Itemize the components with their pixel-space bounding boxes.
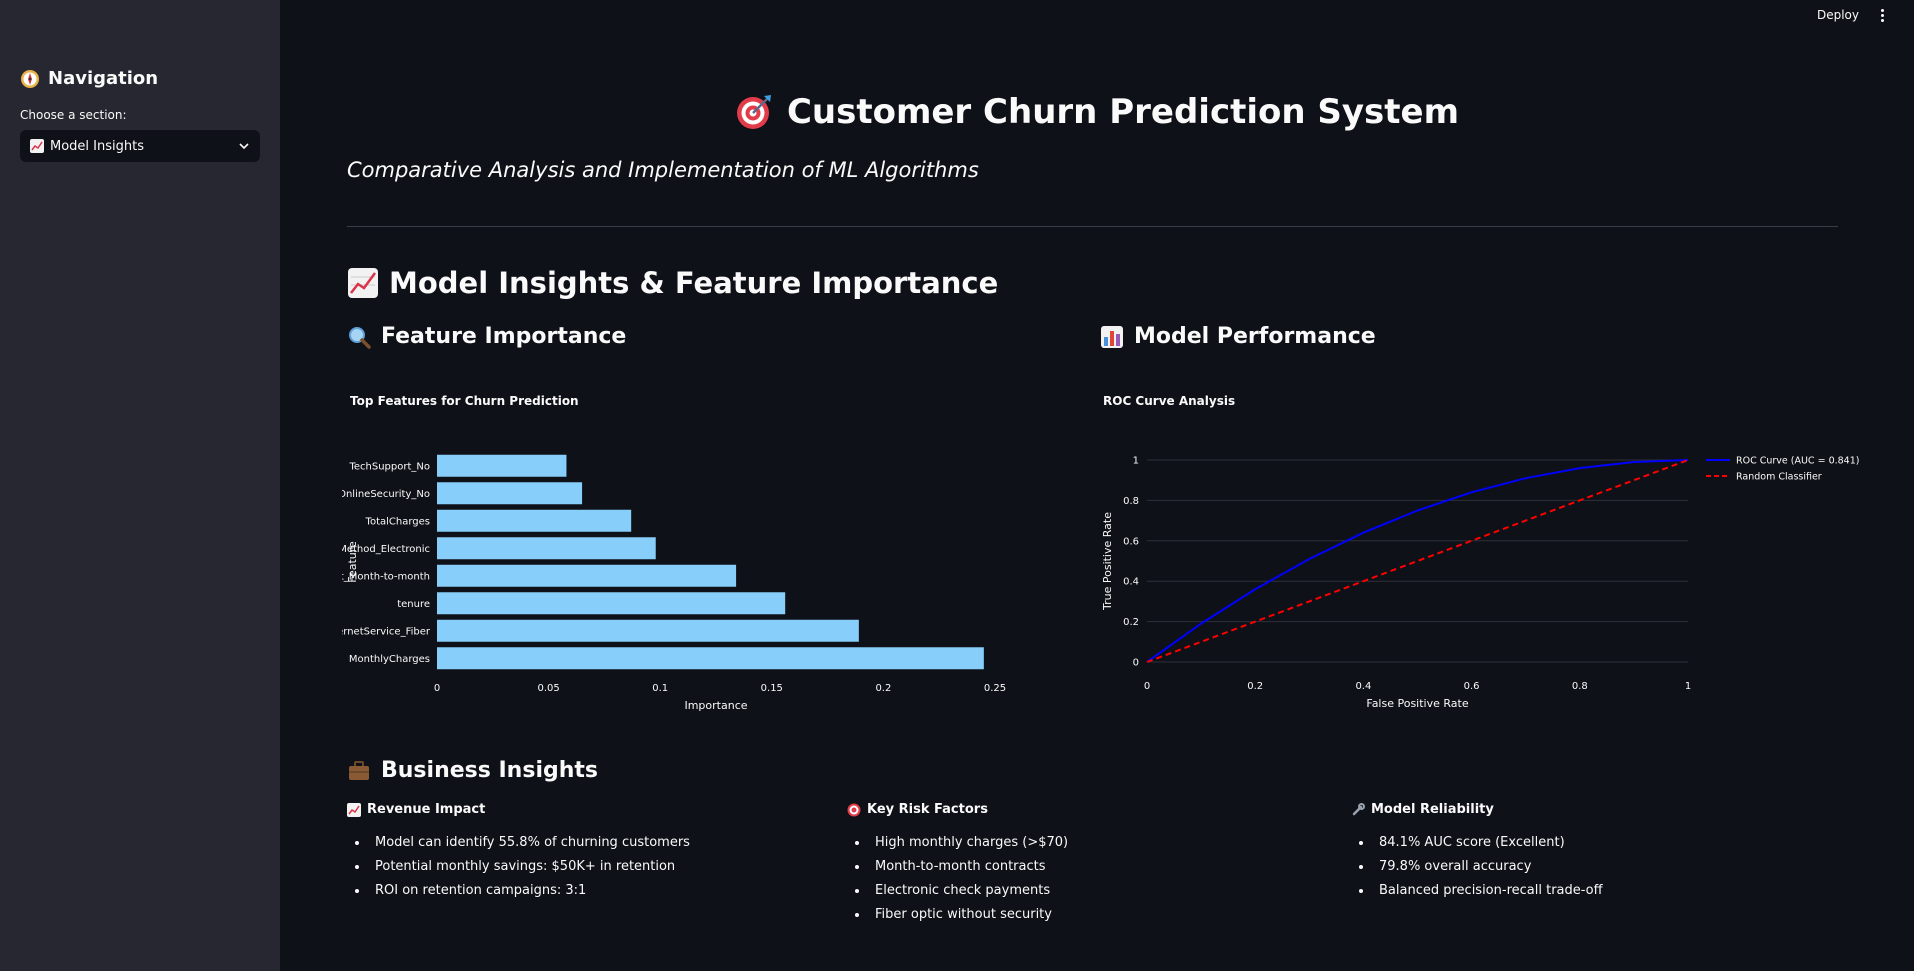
list-item: 79.8% overall accuracy <box>1373 855 1831 879</box>
sidebar-title: Navigation <box>20 68 158 89</box>
chart-up-icon <box>347 802 361 817</box>
x-tick-label: 0.1 <box>652 683 668 694</box>
main-content: Customer Churn Prediction System Compara… <box>280 0 1914 971</box>
bar <box>437 564 737 587</box>
x-tick-label: 0.15 <box>761 683 783 694</box>
revenue-impact-list: Model can identify 55.8% of churning cus… <box>347 831 827 903</box>
business-insights-heading: Business Insights <box>347 758 598 783</box>
target-icon <box>735 93 773 131</box>
list-item: Fiber optic without security <box>869 903 1327 927</box>
bar <box>437 454 567 477</box>
x-tick-label: 0.2 <box>875 683 891 694</box>
bar <box>437 482 583 505</box>
list-item: 84.1% AUC score (Excellent) <box>1373 831 1831 855</box>
model-performance-heading-text: Model Performance <box>1134 324 1376 349</box>
wrench-icon <box>1351 802 1365 817</box>
bar <box>437 592 786 615</box>
y-tick-label: 0.2 <box>1123 617 1139 628</box>
chart-up-icon <box>347 267 379 299</box>
y-tick-label: TechSupport_No <box>348 461 430 472</box>
legend-label: Random Classifier <box>1736 472 1822 483</box>
revenue-impact-column: Revenue Impact Model can identify 55.8% … <box>347 802 827 903</box>
section-select[interactable]: Model Insights <box>20 130 260 162</box>
x-tick-label: 0.4 <box>1355 681 1371 692</box>
key-risk-factors-heading-text: Key Risk Factors <box>867 802 988 817</box>
business-insights-heading-text: Business Insights <box>381 758 599 783</box>
model-reliability-heading-text: Model Reliability <box>1371 802 1494 817</box>
list-item: Electronic check payments <box>869 879 1327 903</box>
section-title: Model Insights & Feature Importance <box>347 266 998 300</box>
revenue-impact-heading: Revenue Impact <box>347 802 827 817</box>
briefcase-icon <box>347 759 371 783</box>
y-tick-label: 0.8 <box>1123 496 1139 507</box>
model-reliability-heading: Model Reliability <box>1351 802 1831 817</box>
roc-chart-title: ROC Curve Analysis <box>1103 394 1236 408</box>
y-axis-label: Feature <box>346 541 359 583</box>
list-item: Model can identify 55.8% of churning cus… <box>369 831 827 855</box>
divider <box>347 226 1838 227</box>
list-item: Potential monthly savings: $50K+ in rete… <box>369 855 827 879</box>
chevron-down-icon <box>238 140 250 152</box>
bar <box>437 537 656 560</box>
y-tick-label: TotalCharges <box>365 516 430 527</box>
y-tick-label: tenure <box>397 599 430 610</box>
y-tick-label: OnlineSecurity_No <box>342 489 430 500</box>
x-tick-label: 0.2 <box>1247 681 1263 692</box>
feature-chart-title: Top Features for Churn Prediction <box>350 394 579 408</box>
list-item: High monthly charges (>$70) <box>869 831 1327 855</box>
legend-label: ROC Curve (AUC = 0.841) <box>1736 456 1859 467</box>
page-title: Customer Churn Prediction System <box>280 92 1914 132</box>
x-tick-label: 0.25 <box>984 683 1006 694</box>
key-risk-factors-column: Key Risk Factors High monthly charges (>… <box>847 802 1327 927</box>
feature-importance-chart: TechSupport_No OnlineSecurity_No TotalChar… <box>342 454 1006 712</box>
page-subtitle: Comparative Analysis and Implementation … <box>347 158 979 182</box>
series-line <box>1146 459 1689 663</box>
section-select-value: Model Insights <box>50 138 144 154</box>
section-select-label: Choose a section: <box>20 108 127 122</box>
x-tick-label: 1 <box>1685 681 1691 692</box>
x-axis-label: False Positive Rate <box>1366 697 1468 710</box>
bar-chart-icon <box>1100 325 1124 349</box>
section-title-text: Model Insights & Feature Importance <box>389 266 999 300</box>
key-risk-factors-heading: Key Risk Factors <box>847 802 1327 817</box>
feature-importance-heading: Feature Importance <box>347 324 626 349</box>
bar <box>437 619 859 642</box>
y-tick-label: 0.6 <box>1123 536 1139 547</box>
compass-icon <box>20 69 40 89</box>
key-risk-factors-list: High monthly charges (>$70) Month-to-mon… <box>847 831 1327 927</box>
x-tick-label: 0 <box>434 683 440 694</box>
x-axis-label: Importance <box>684 699 747 712</box>
y-tick-label: 0.4 <box>1123 577 1139 588</box>
roc-curve-chart: 0 0.2 0.4 0.6 0.8 1 0 0.2 0.4 0.6 0.8 1 False Positi… <box>1101 456 1859 711</box>
y-tick-label: 1 <box>1133 456 1139 467</box>
target-icon <box>847 803 861 817</box>
x-tick-label: 0.05 <box>537 683 559 694</box>
y-tick-label: MonthlyCharges <box>349 654 430 665</box>
model-reliability-column: Model Reliability 84.1% AUC score (Excel… <box>1351 802 1831 903</box>
sidebar: Navigation Choose a section: Model Insig… <box>0 0 280 971</box>
magnifier-icon <box>347 325 371 349</box>
revenue-impact-heading-text: Revenue Impact <box>367 802 486 817</box>
y-axis-label: True Positive Rate <box>1101 512 1114 611</box>
model-reliability-list: 84.1% AUC score (Excellent) 79.8% overal… <box>1351 831 1831 903</box>
model-performance-heading: Model Performance <box>1100 324 1376 349</box>
y-tick-label: InternetService_Fiber <box>342 626 431 637</box>
x-tick-label: 0 <box>1144 681 1150 692</box>
chart-up-icon <box>30 139 44 153</box>
bar <box>437 647 984 670</box>
bar <box>437 509 632 532</box>
x-tick-label: 0.6 <box>1464 681 1480 692</box>
sidebar-title-text: Navigation <box>48 68 159 89</box>
feature-importance-heading-text: Feature Importance <box>381 324 627 349</box>
y-tick-label: 0 <box>1133 658 1139 669</box>
list-item: Month-to-month contracts <box>869 855 1327 879</box>
list-item: ROI on retention campaigns: 3:1 <box>369 879 827 903</box>
x-tick-label: 0.8 <box>1572 681 1588 692</box>
page-title-text: Customer Churn Prediction System <box>786 92 1460 132</box>
list-item: Balanced precision-recall trade-off <box>1373 879 1831 903</box>
